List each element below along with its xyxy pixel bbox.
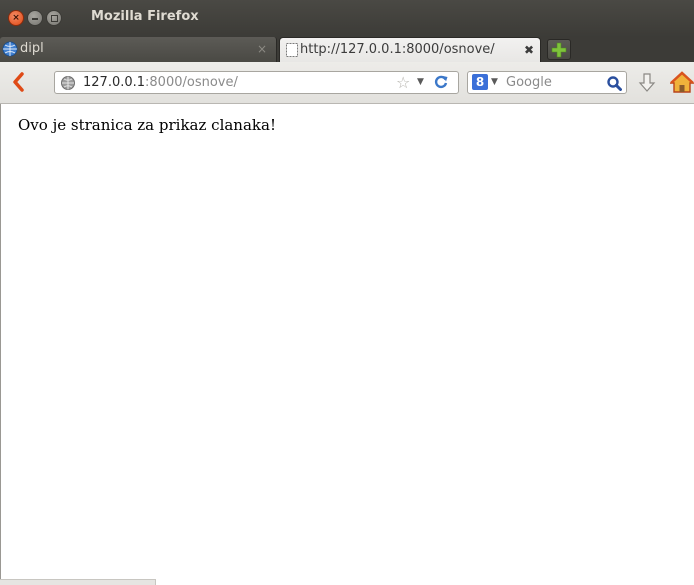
tab-strip: dipl × http://127.0.0.1:8000/osnove/ ✖ — [0, 37, 694, 62]
address-bar[interactable]: 127.0.0.1:8000/osnove/ ☆ ▼ — [54, 71, 459, 94]
chevron-down-icon[interactable]: ▼ — [417, 72, 424, 93]
search-placeholder: Google — [506, 75, 552, 90]
window-title: Mozilla Firefox — [91, 9, 199, 24]
download-arrow-icon[interactable] — [637, 72, 657, 94]
globe-favicon-icon — [2, 41, 18, 57]
tab-label: http://127.0.0.1:8000/osnove/ — [300, 42, 495, 57]
star-icon[interactable]: ☆ — [396, 72, 410, 93]
globe-icon[interactable] — [60, 75, 76, 91]
page-content: Ovo je stranica za prikaz clanaka! — [0, 104, 694, 584]
blank-page-icon — [285, 43, 299, 57]
window-close-button[interactable]: × — [8, 10, 24, 26]
tab-osnove[interactable]: http://127.0.0.1:8000/osnove/ ✖ — [279, 37, 541, 62]
tab-close-icon[interactable]: × — [257, 37, 267, 61]
home-icon[interactable] — [669, 71, 694, 93]
url-text[interactable]: 127.0.0.1:8000/osnove/ — [83, 72, 238, 93]
url-host: 127.0.0.1 — [83, 75, 146, 90]
plus-icon — [548, 42, 570, 58]
tab-dipl[interactable]: dipl × — [0, 37, 277, 62]
page-text: Ovo je stranica za prikaz clanaka! — [18, 116, 276, 134]
search-bar[interactable]: 8 ▼ Google — [467, 71, 627, 94]
google-icon[interactable]: 8 — [472, 74, 488, 90]
magnifier-icon[interactable] — [606, 75, 622, 91]
url-path: :8000/osnove/ — [145, 75, 238, 90]
new-tab-button[interactable] — [547, 39, 571, 60]
tab-close-icon[interactable]: ✖ — [524, 38, 534, 62]
tab-label: dipl — [20, 41, 44, 56]
window-minimize-button[interactable] — [27, 10, 43, 26]
back-arrow-icon[interactable] — [9, 71, 29, 93]
window-maximize-button[interactable] — [46, 10, 62, 26]
status-bar — [0, 579, 156, 585]
reload-icon[interactable] — [433, 74, 449, 90]
chevron-down-icon[interactable]: ▼ — [491, 72, 498, 93]
title-bar: × Mozilla Firefox — [0, 0, 694, 37]
navigation-toolbar: 127.0.0.1:8000/osnove/ ☆ ▼ 8 ▼ Google — [0, 62, 694, 104]
